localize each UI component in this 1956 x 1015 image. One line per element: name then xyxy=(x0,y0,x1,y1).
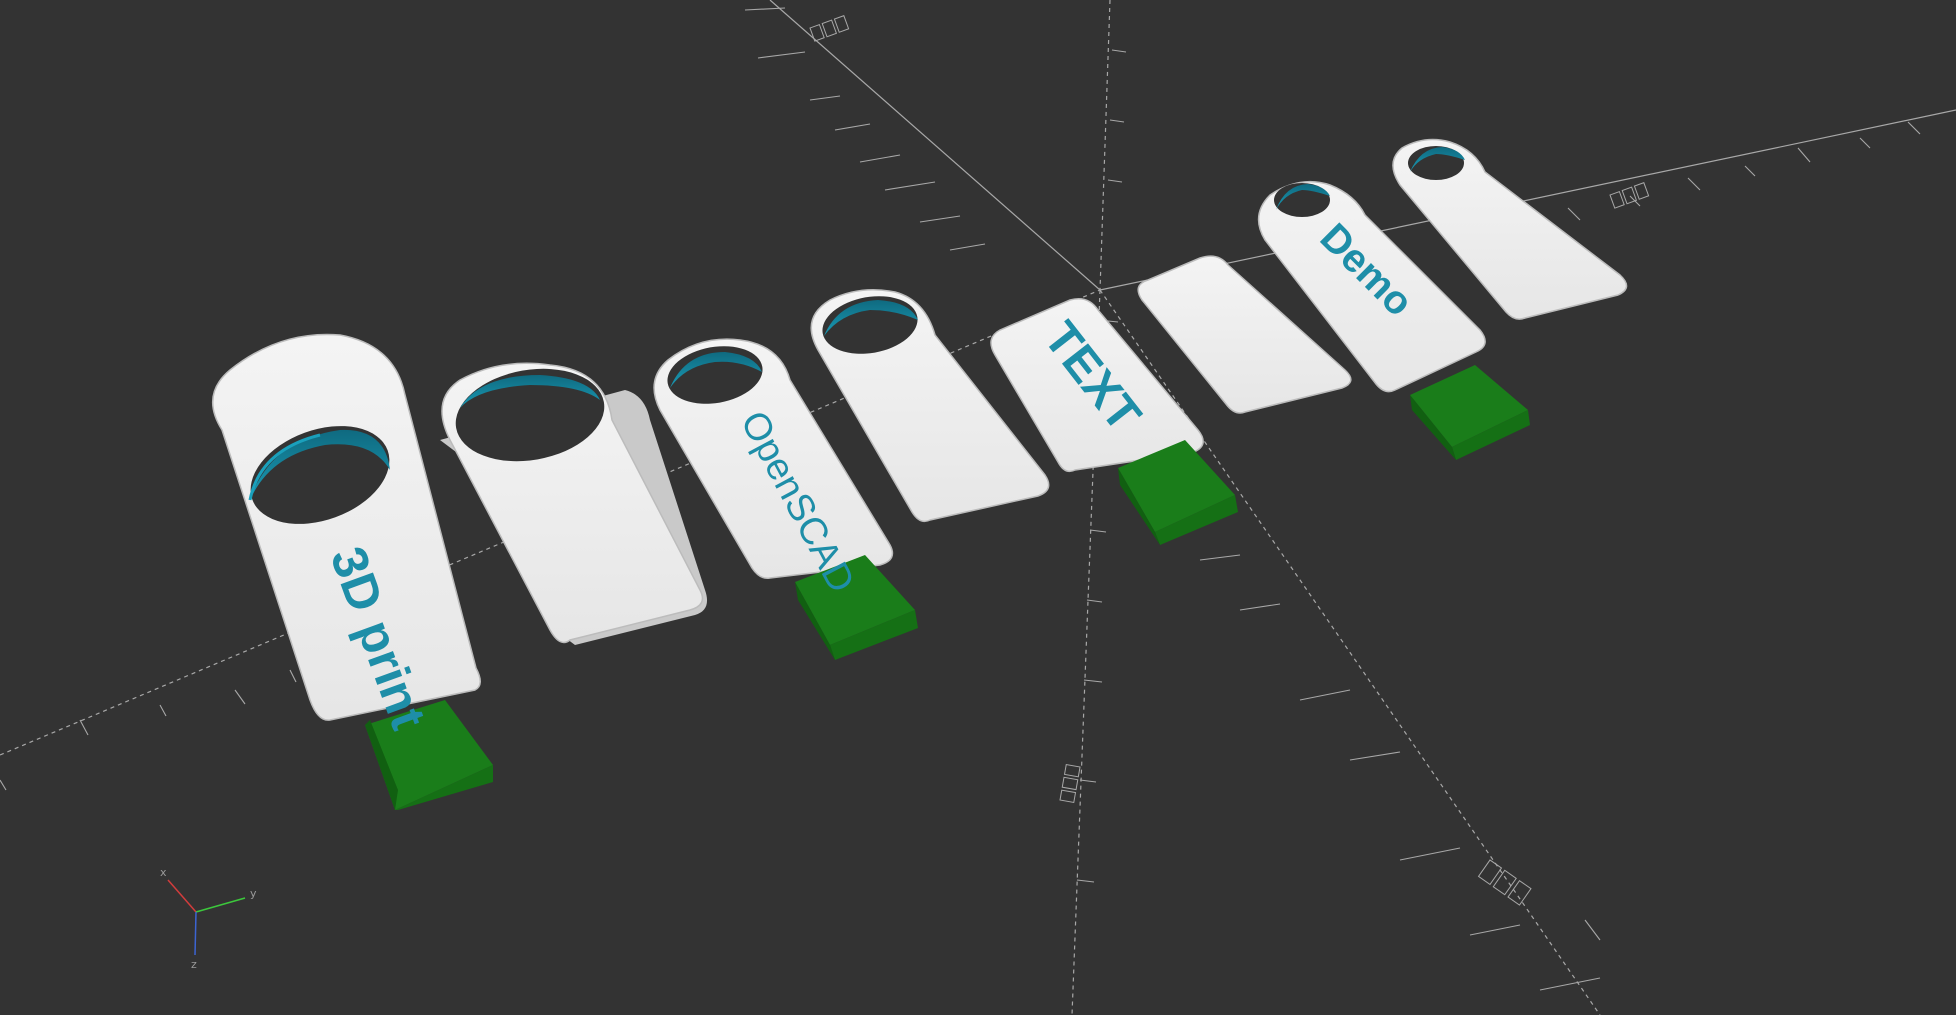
axis-indicator-x-label: x xyxy=(160,866,167,879)
axis-indicator-y-label: y xyxy=(250,887,257,900)
3d-viewport[interactable]: 3D print OpenSCAD TEXT Demo x y z xyxy=(0,0,1956,1015)
axis-indicator-y-line xyxy=(195,897,246,913)
key-3d-print-body xyxy=(211,333,481,721)
z-axis-positive xyxy=(1099,0,1111,291)
key-demo-usb-plug xyxy=(1410,365,1530,460)
x-axis-positive xyxy=(769,0,1101,291)
axis-indicator-z-label: z xyxy=(191,958,197,971)
viewport-canvas[interactable]: 3D print OpenSCAD TEXT Demo x y z xyxy=(0,0,1956,1015)
axis-indicator-x-line xyxy=(167,879,197,913)
x-axis-negative xyxy=(1099,289,1601,1015)
axis-indicator-z-line xyxy=(194,911,197,956)
axis-orientation-indicator: x y z xyxy=(160,866,257,971)
